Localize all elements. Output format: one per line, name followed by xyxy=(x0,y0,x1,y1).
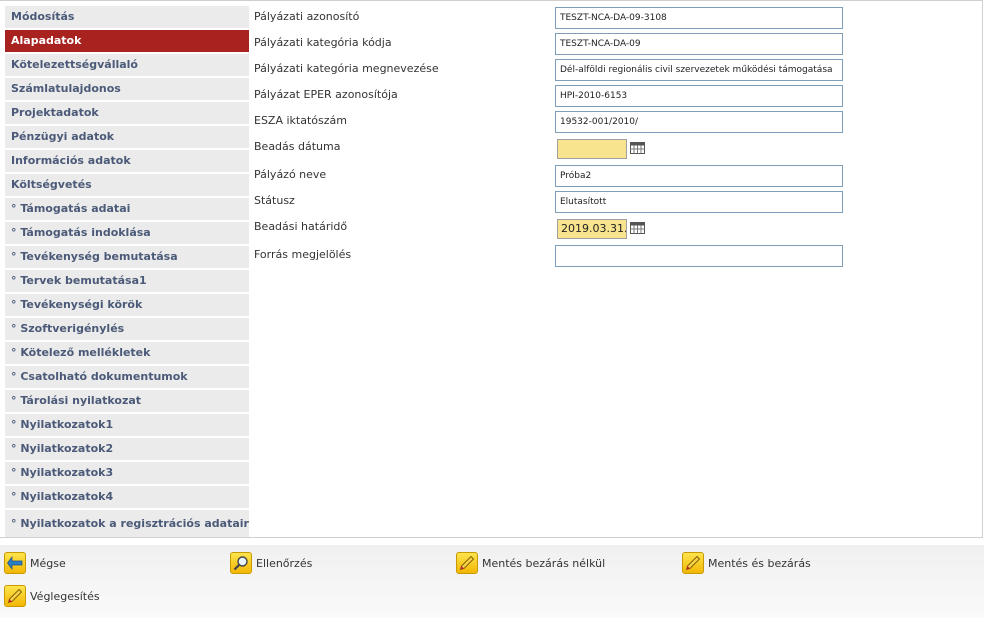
form-row: ESZA iktatószám 19532-001/2010/ xyxy=(254,111,854,137)
deadline-date-field[interactable]: 2019.03.31. xyxy=(557,219,627,239)
sidebar-item-tevekenysegi-korok[interactable]: ° Tevékenységi körök xyxy=(5,294,249,316)
save-and-close-button[interactable]: Mentés és bezárás xyxy=(682,550,811,576)
sidebar-item-kotelezo-mellekletek[interactable]: ° Kötelező mellékletek xyxy=(5,342,249,364)
finalize-button-label: Véglegesítés xyxy=(30,589,100,603)
sidebar-item-alapadatok[interactable]: Alapadatok xyxy=(5,30,249,52)
sidebar-item-modositas[interactable]: Módosítás xyxy=(5,6,249,28)
save-without-close-label: Mentés bezárás nélkül xyxy=(482,556,606,570)
submission-date-field[interactable] xyxy=(557,139,627,159)
field-label: Pályázat EPER azonosítója xyxy=(254,88,398,101)
category-name-field[interactable]: Dél-alföldi regionális civil szervezetek… xyxy=(555,59,843,81)
field-label: Forrás megjelölés xyxy=(254,248,352,261)
sidebar-item-projektadatok[interactable]: Projektadatok xyxy=(5,102,249,124)
status-field[interactable]: Elutasított xyxy=(555,191,843,213)
form-row: Státusz Elutasított xyxy=(254,191,854,217)
funding-source-field[interactable] xyxy=(555,245,843,267)
sidebar-item-tevekenyseg-bemutatasa[interactable]: ° Tevékenység bemutatása xyxy=(5,246,249,268)
sidebar-item-tarolasi-nyilatkozat[interactable]: ° Tárolási nyilatkozat xyxy=(5,390,249,412)
field-label: Pályázó neve xyxy=(254,168,327,181)
sidebar-item-csatolhato-dokumentumok[interactable]: ° Csatolható dokumentumok xyxy=(5,366,249,388)
sidebar-item-tervek-bemutatasa1[interactable]: ° Tervek bemutatása1 xyxy=(5,270,249,292)
sidebar-item-tamogatas-adatai[interactable]: ° Támogatás adatai xyxy=(5,198,249,220)
sidebar-item-nyilatkozatok-regisztracios[interactable]: ° Nyilatkozatok a regisztrációs adatairó… xyxy=(5,510,249,537)
sidebar-item-nyilatkozatok2[interactable]: ° Nyilatkozatok2 xyxy=(5,438,249,460)
cancel-button[interactable]: Mégse xyxy=(4,550,66,576)
magnifier-icon xyxy=(230,552,252,574)
sidebar-item-szoftverigenyles[interactable]: ° Szoftverigénylés xyxy=(5,318,249,340)
field-label: Beadási határidő xyxy=(254,220,348,233)
calendar-icon[interactable] xyxy=(630,222,645,234)
form-row: Beadási határidő 2019.03.31. xyxy=(254,219,854,245)
main-panel: Módosítás Alapadatok Kötelezettségvállal… xyxy=(0,0,983,538)
back-arrow-icon xyxy=(4,552,26,574)
pencil-icon xyxy=(682,552,704,574)
sidebar-item-tamogatas-indoklasa[interactable]: ° Támogatás indoklása xyxy=(5,222,249,244)
esza-registration-field[interactable]: 19532-001/2010/ xyxy=(555,111,843,133)
application-id-field[interactable]: TESZT-NCA-DA-09-3108 xyxy=(555,7,843,29)
field-label: Pályázati kategória megnevezése xyxy=(254,62,439,75)
form-row: Pályázati kategória megnevezése Dél-alfö… xyxy=(254,59,854,85)
check-button[interactable]: Ellenőrzés xyxy=(230,550,312,576)
field-label: Pályázati kategória kódja xyxy=(254,36,392,49)
sidebar-item-nyilatkozatok1[interactable]: ° Nyilatkozatok1 xyxy=(5,414,249,436)
sidebar-item-nyilatkozatok4[interactable]: ° Nyilatkozatok4 xyxy=(5,486,249,508)
form-row: Pályázati azonosító TESZT-NCA-DA-09-3108 xyxy=(254,7,854,33)
pencil-icon xyxy=(456,552,478,574)
field-label: Beadás dátuma xyxy=(254,140,341,153)
cancel-button-label: Mégse xyxy=(30,556,66,570)
field-label: ESZA iktatószám xyxy=(254,114,347,127)
pencil-icon xyxy=(4,585,26,607)
sidebar-item-koltsegvetes[interactable]: Költségvetés xyxy=(5,174,249,196)
sidebar-item-nyilatkozatok3[interactable]: ° Nyilatkozatok3 xyxy=(5,462,249,484)
sidebar-item-penzugyi-adatok[interactable]: Pénzügyi adatok xyxy=(5,126,249,148)
form-row: Pályázat EPER azonosítója HPI-2010-6153 xyxy=(254,85,854,111)
check-button-label: Ellenőrzés xyxy=(256,556,313,570)
category-code-field[interactable]: TESZT-NCA-DA-09 xyxy=(555,33,843,55)
eper-id-field[interactable]: HPI-2010-6153 xyxy=(555,85,843,107)
sidebar-item-szamlatulajdonos[interactable]: Számlatulajdonos xyxy=(5,78,249,100)
form-row: Forrás megjelölés xyxy=(254,245,854,271)
sidebar-item-kotelezettsegvallalo[interactable]: Kötelezettségvállaló xyxy=(5,54,249,76)
finalize-button[interactable]: Véglegesítés xyxy=(4,583,100,609)
form-row: Pályázati kategória kódja TESZT-NCA-DA-0… xyxy=(254,33,854,59)
save-and-close-label: Mentés és bezárás xyxy=(708,556,811,570)
calendar-icon[interactable] xyxy=(630,142,645,154)
field-label: Pályázati azonosító xyxy=(254,10,360,23)
form-row: Beadás dátuma xyxy=(254,139,854,165)
sidebar-menu: Módosítás Alapadatok Kötelezettségvállal… xyxy=(5,6,249,539)
applicant-name-field[interactable]: Próba2 xyxy=(555,165,843,187)
form-row: Pályázó neve Próba2 xyxy=(254,165,854,191)
sidebar-item-informacios-adatok[interactable]: Információs adatok xyxy=(5,150,249,172)
action-toolbar: Mégse Ellenőrzés Mentés bezárás nélkül M… xyxy=(0,545,984,618)
field-label: Státusz xyxy=(254,194,295,207)
save-without-close-button[interactable]: Mentés bezárás nélkül xyxy=(456,550,605,576)
